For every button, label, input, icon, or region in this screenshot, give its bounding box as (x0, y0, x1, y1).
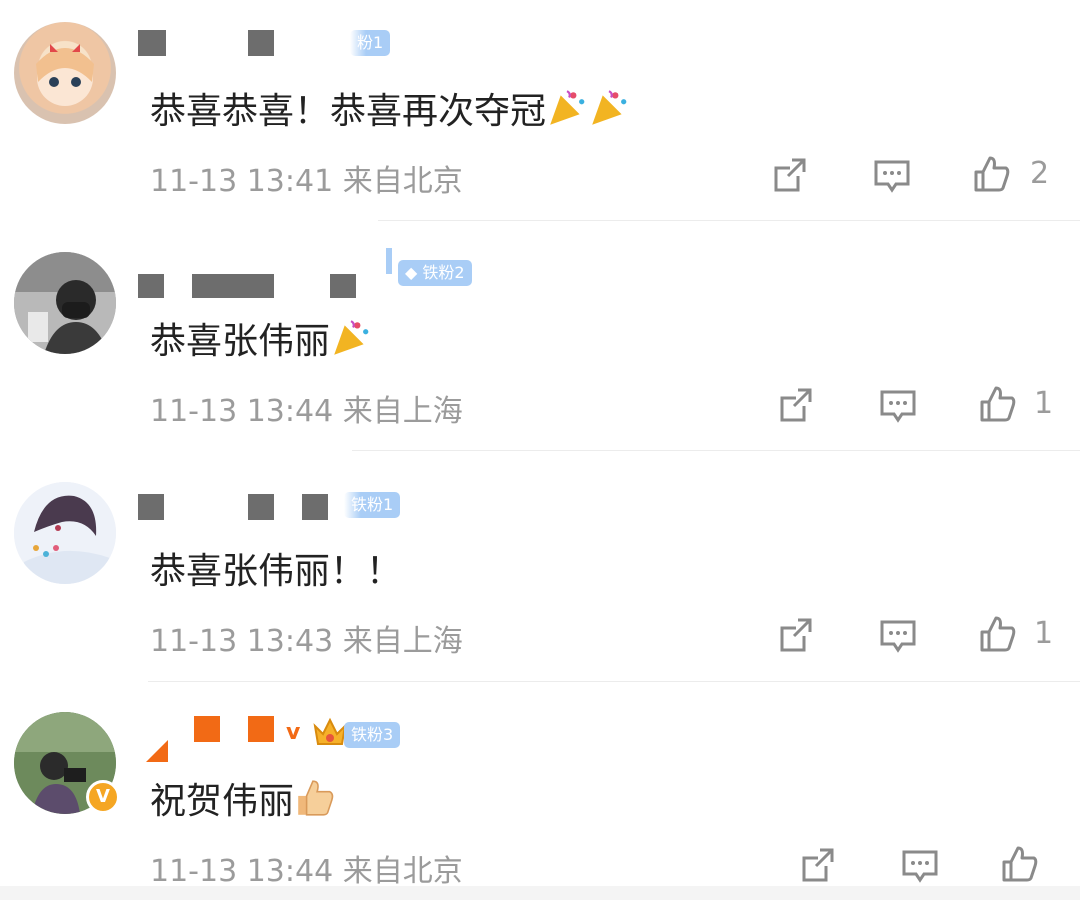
comment-meta: 11-13 13:44 来自上海 (150, 386, 463, 430)
thumbs-up-icon[interactable] (1000, 844, 1040, 884)
comment-item: 铁粉1 恭喜张伟丽！！ 11-13 13:43 来自上海 1 (0, 460, 1080, 690)
fan-badge: ◆ 铁粉2 (398, 260, 472, 286)
redacted-name-block (248, 30, 274, 56)
thumbs-up-emoji (298, 780, 334, 816)
comment-text-body: 恭喜张伟丽 (150, 321, 331, 362)
redacted-name-block (138, 274, 164, 298)
fan-badge: 粉1 (350, 30, 391, 56)
share-icon[interactable] (776, 616, 816, 656)
location: 来自北京 (342, 164, 463, 199)
comment-meta: 11-13 13:41 来自北京 (150, 156, 463, 200)
thumbs-up-icon[interactable] (978, 614, 1018, 654)
redacted-name-block (330, 274, 356, 298)
location: 来自上海 (342, 624, 463, 659)
redacted-name-block (138, 494, 164, 520)
comment-text: 恭喜张伟丽 (150, 312, 372, 364)
comment-meta: 11-13 13:43 来自上海 (150, 616, 463, 660)
comment-text: 恭喜张伟丽！！ (150, 542, 402, 594)
comment-text: 祝贺伟丽 (150, 772, 336, 824)
avatar-photo (14, 252, 116, 354)
timestamp: 11-13 13:43 (150, 624, 334, 659)
username[interactable]: v (138, 712, 318, 772)
share-icon[interactable] (770, 156, 810, 196)
comment-item: ◆ 铁粉2 恭喜张伟丽 11-13 13:44 来自上海 1 (0, 230, 1080, 460)
comment-text-body: 恭喜张伟丽！！ (150, 551, 403, 592)
diamond-icon: ◆ (405, 263, 418, 282)
timestamp: 11-13 13:44 (150, 394, 334, 429)
avatar-illustration (14, 482, 116, 584)
comment-icon[interactable] (900, 846, 940, 886)
comment-text-body: 恭喜恭喜！恭喜再次夺冠 (150, 91, 547, 132)
timestamp: 11-13 13:41 (150, 164, 334, 199)
avatar[interactable] (14, 252, 116, 354)
redacted-name-block (146, 740, 168, 762)
like-count: 2 (1030, 156, 1050, 191)
vip-mark: v (286, 720, 301, 745)
thumbs-up-icon[interactable] (972, 154, 1012, 194)
like-count: 1 (1034, 616, 1054, 651)
party-popper-icon (592, 90, 627, 125)
avatar-illustration (36, 44, 94, 106)
fan-badge: 铁粉3 (344, 722, 401, 748)
thumbs-up-icon[interactable] (978, 384, 1018, 424)
party-popper-icon (334, 320, 369, 355)
share-icon[interactable] (798, 846, 838, 886)
crown-icon (312, 716, 348, 750)
comment-meta: 11-13 13:44 来自北京 (150, 846, 463, 890)
share-icon[interactable] (776, 386, 816, 426)
comment-text: 恭喜恭喜！恭喜再次夺冠 (150, 82, 630, 134)
comment-icon[interactable] (878, 386, 918, 426)
like-count: 1 (1034, 386, 1054, 421)
redacted-name-block (192, 274, 274, 298)
badge-label: 铁粉2 (422, 263, 465, 282)
comment-text-body: 祝贺伟丽 (150, 781, 295, 822)
redacted-name-block (138, 30, 166, 56)
location: 来自北京 (342, 854, 463, 889)
fan-badge: 铁粉1 (344, 492, 401, 518)
redacted-name-block (248, 716, 274, 742)
verified-icon: V (86, 780, 120, 814)
avatar[interactable]: V (14, 712, 120, 814)
avatar[interactable] (14, 22, 116, 124)
party-popper-icon (550, 90, 585, 125)
comment-icon[interactable] (878, 616, 918, 656)
comment-item: 粉1 恭喜恭喜！恭喜再次夺冠 11-13 13:41 来自北京 2 (0, 0, 1080, 230)
redacted-name-block (194, 716, 220, 742)
divider (378, 220, 1080, 221)
location: 来自上海 (342, 394, 463, 429)
badge-fragment (386, 248, 392, 274)
avatar[interactable] (14, 482, 116, 584)
divider (352, 450, 1080, 451)
timestamp: 11-13 13:44 (150, 854, 334, 889)
divider (148, 681, 1080, 682)
comment-icon[interactable] (872, 156, 912, 196)
redacted-name-block (302, 494, 328, 520)
redacted-name-block (248, 494, 274, 520)
bottom-bar (0, 886, 1080, 900)
